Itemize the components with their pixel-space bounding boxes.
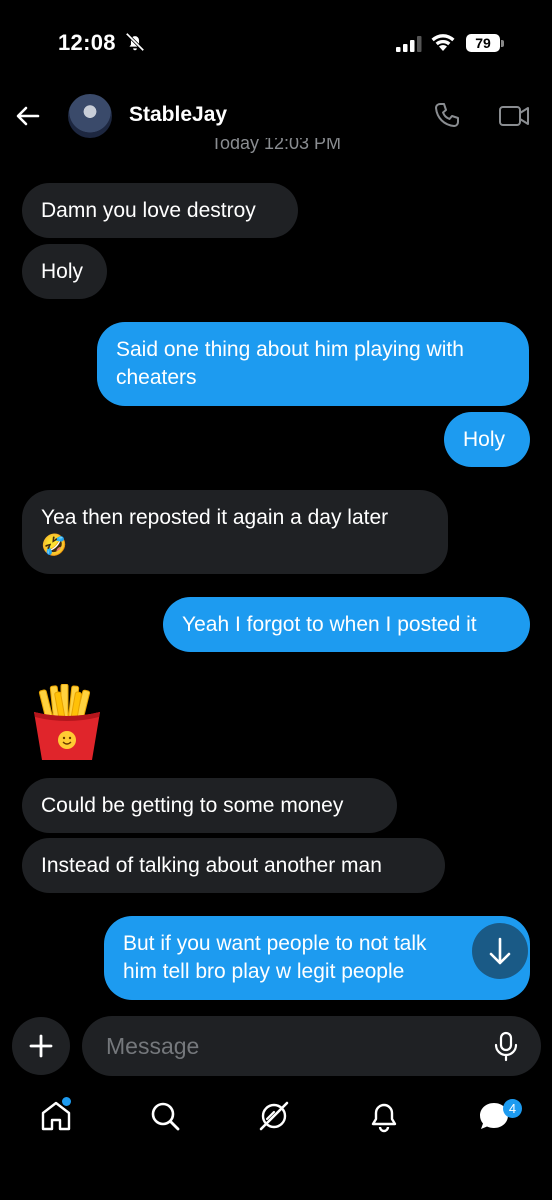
message-text: Could be getting to some money [41, 794, 344, 817]
message-incoming[interactable]: Yea then reposted it again a day later 🤣 [22, 490, 448, 574]
wifi-icon [431, 34, 455, 51]
message-incoming[interactable]: Could be getting to some money [22, 778, 397, 833]
status-time: 12:08 [58, 30, 116, 55]
message-outgoing[interactable]: Said one thing about him playing with ch… [97, 322, 529, 406]
message-text: Holy [463, 428, 506, 451]
message-text: Damn you love destroy [41, 199, 256, 222]
phone-call-icon[interactable] [432, 100, 462, 130]
message-incoming[interactable]: Damn you love destroy [22, 183, 298, 238]
arrow-down-icon [489, 937, 511, 965]
french-fries-emoji[interactable] [30, 684, 104, 760]
message-incoming[interactable]: Holy [22, 244, 107, 299]
battery-tip [501, 40, 504, 47]
message-text: Said one thing about him playing with ch… [116, 338, 464, 389]
message-text: Holy [41, 260, 84, 283]
plus-icon [29, 1034, 53, 1058]
message-outgoing[interactable]: But if you want people to not talk him t… [104, 916, 530, 1000]
message-text: But if you want people to not talk him t… [123, 932, 427, 983]
back-arrow-icon[interactable] [14, 102, 42, 130]
conversation-timestamp: Today 12:03 PM [0, 138, 552, 158]
battery-indicator: 79 [466, 34, 500, 52]
message-text: Yea then reposted it again a day later [41, 506, 389, 529]
microphone-icon[interactable] [490, 1030, 522, 1062]
home-notification-dot [62, 1097, 71, 1106]
message-text: Yeah I forgot to when I posted it [182, 613, 477, 636]
bell-off-icon [125, 32, 145, 52]
message-outgoing[interactable]: Holy [444, 412, 530, 467]
laughing-emoji: 🤣 [41, 534, 68, 557]
contact-name[interactable]: StableJay [129, 103, 227, 127]
messages-badge: 4 [503, 1099, 522, 1118]
message-placeholder: Message [106, 1033, 200, 1059]
scroll-to-bottom-button[interactable] [472, 923, 528, 979]
message-incoming[interactable]: Instead of talking about another man [22, 838, 445, 893]
timestamp-text: Today 12:03 PM [210, 138, 342, 153]
video-call-icon[interactable] [498, 102, 530, 130]
grok-icon[interactable] [256, 1098, 292, 1134]
add-attachment-button[interactable] [12, 1017, 70, 1075]
message-text: Instead of talking about another man [41, 854, 382, 877]
search-icon[interactable] [147, 1098, 183, 1134]
message-input[interactable]: Message [82, 1016, 541, 1076]
message-outgoing[interactable]: Yeah I forgot to when I posted it [163, 597, 530, 652]
cellular-signal-icon [396, 36, 422, 52]
notifications-icon[interactable] [366, 1098, 402, 1134]
contact-avatar[interactable] [68, 94, 112, 138]
